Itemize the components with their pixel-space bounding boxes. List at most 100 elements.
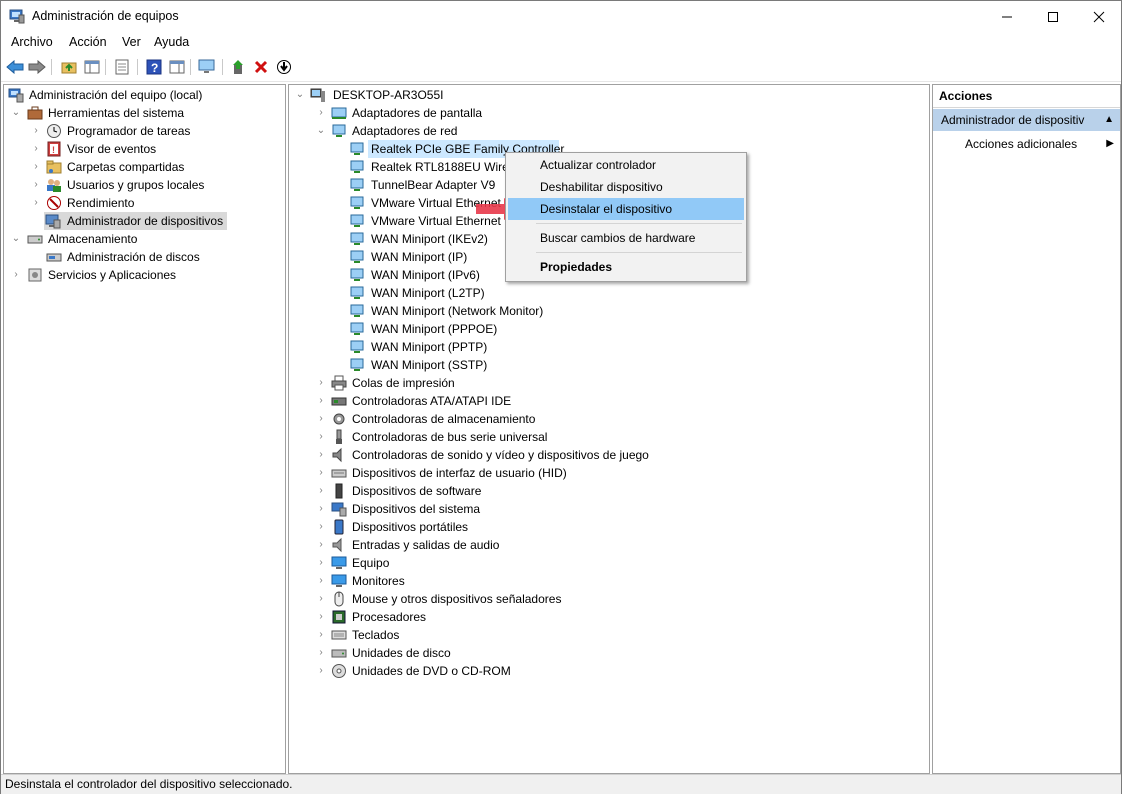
chevron-down-icon[interactable]: ⌄ bbox=[10, 230, 22, 248]
chevron-right-icon[interactable]: › bbox=[315, 536, 327, 554]
chevron-right-icon[interactable]: › bbox=[315, 644, 327, 662]
chevron-right-icon[interactable]: › bbox=[315, 464, 327, 482]
computer-icon bbox=[310, 87, 326, 103]
category-ata-controllers[interactable]: › Controladoras ATA/ATAPI IDE bbox=[289, 392, 889, 410]
chevron-right-icon[interactable]: › bbox=[315, 446, 327, 464]
category-label: Unidades de DVD o CD-ROM bbox=[352, 664, 511, 678]
category-portable-devices[interactable]: › Dispositivos portátiles bbox=[289, 518, 889, 536]
hid-icon bbox=[331, 465, 347, 481]
device-item[interactable]: WAN Miniport (L2TP) bbox=[347, 284, 607, 302]
menu-properties[interactable]: Propiedades bbox=[508, 256, 744, 278]
chevron-right-icon[interactable]: › bbox=[315, 590, 327, 608]
scan-hardware-monitor-icon[interactable] bbox=[197, 57, 217, 77]
category-print-queues[interactable]: › Colas de impresión bbox=[289, 374, 889, 392]
chevron-right-icon[interactable]: › bbox=[315, 500, 327, 518]
tree-system-tools-label: Herramientas del sistema bbox=[48, 106, 185, 120]
chevron-right-icon[interactable]: › bbox=[315, 482, 327, 500]
actions-more[interactable]: Acciones adicionales ▶ bbox=[933, 133, 1120, 155]
tree-disk-management[interactable]: Administración de discos bbox=[6, 248, 282, 266]
up-folder-icon[interactable] bbox=[59, 57, 79, 77]
tree-system-tools[interactable]: ⌄ Herramientas del sistema bbox=[6, 104, 282, 122]
menu-ayuda[interactable]: Ayuda bbox=[154, 35, 189, 49]
maximize-button[interactable] bbox=[1030, 1, 1076, 32]
category-sound-controllers[interactable]: › Controladoras de sonido y vídeo y disp… bbox=[289, 446, 889, 464]
show-hide-action-pane-icon[interactable] bbox=[167, 57, 187, 77]
tree-performance[interactable]: › Rendimiento bbox=[6, 194, 282, 212]
chevron-right-icon[interactable]: › bbox=[30, 140, 42, 158]
device-item[interactable]: WAN Miniport (SSTP) bbox=[347, 356, 607, 374]
category-disk-drives[interactable]: › Unidades de disco bbox=[289, 644, 889, 662]
help-icon[interactable]: ? bbox=[144, 57, 164, 77]
category-hid[interactable]: › Dispositivos de interfaz de usuario (H… bbox=[289, 464, 889, 482]
chevron-right-icon[interactable]: › bbox=[315, 554, 327, 572]
collapse-triangle-icon[interactable]: ▲ bbox=[1104, 109, 1114, 131]
chevron-right-icon[interactable]: › bbox=[315, 374, 327, 392]
minimize-button[interactable] bbox=[984, 1, 1030, 32]
category-network-adapters[interactable]: ⌄ Adaptadores de red bbox=[289, 122, 889, 140]
back-arrow-icon[interactable] bbox=[5, 57, 25, 77]
menu-uninstall-device[interactable]: Desinstalar el dispositivo bbox=[508, 198, 744, 220]
disable-device-icon[interactable] bbox=[274, 57, 294, 77]
category-keyboards[interactable]: › Teclados bbox=[289, 626, 889, 644]
menu-scan-hardware[interactable]: Buscar cambios de hardware bbox=[508, 227, 744, 249]
close-button[interactable] bbox=[1076, 1, 1122, 32]
chevron-right-icon[interactable]: › bbox=[315, 608, 327, 626]
category-monitors[interactable]: › Monitores bbox=[289, 572, 889, 590]
tree-device-manager[interactable]: Administrador de dispositivos bbox=[44, 212, 227, 230]
chevron-down-icon[interactable]: ⌄ bbox=[10, 104, 22, 122]
chevron-right-icon[interactable]: › bbox=[30, 176, 42, 194]
software-device-icon bbox=[331, 483, 347, 499]
chevron-right-icon[interactable]: › bbox=[30, 194, 42, 212]
category-software-devices[interactable]: › Dispositivos de software bbox=[289, 482, 889, 500]
forward-arrow-icon[interactable] bbox=[27, 57, 47, 77]
tree-root[interactable]: Administración del equipo (local) bbox=[6, 86, 282, 104]
tree-services-apps[interactable]: › Servicios y Aplicaciones bbox=[6, 266, 282, 284]
chevron-right-icon[interactable]: › bbox=[315, 410, 327, 428]
device-item[interactable]: WAN Miniport (Network Monitor) bbox=[347, 302, 607, 320]
device-item-label: WAN Miniport (PPTP) bbox=[371, 340, 488, 354]
actions-group-device-manager[interactable]: Administrador de dispositiv ▲ bbox=[933, 109, 1120, 131]
tree-event-viewer[interactable]: › ! Visor de eventos bbox=[6, 140, 282, 158]
menu-ver[interactable]: Ver bbox=[122, 35, 141, 49]
category-audio-io[interactable]: › Entradas y salidas de audio bbox=[289, 536, 889, 554]
tree-storage[interactable]: ⌄ Almacenamiento bbox=[6, 230, 282, 248]
category-storage-controllers[interactable]: › Controladoras de almacenamiento bbox=[289, 410, 889, 428]
category-system-devices[interactable]: › Dispositivos del sistema bbox=[289, 500, 889, 518]
category-dvd-drives[interactable]: › Unidades de DVD o CD-ROM bbox=[289, 662, 889, 680]
export-list-icon[interactable] bbox=[112, 57, 132, 77]
menu-update-driver[interactable]: Actualizar controlador bbox=[508, 154, 744, 176]
tree-local-users[interactable]: › Usuarios y grupos locales bbox=[6, 176, 282, 194]
menu-archivo[interactable]: Archivo bbox=[11, 35, 53, 49]
device-tree-computer[interactable]: ⌄ DESKTOP-AR3O55I bbox=[289, 86, 889, 104]
tree-task-scheduler[interactable]: › Programador de tareas bbox=[6, 122, 282, 140]
category-mouse[interactable]: › Mouse y otros dispositivos señaladores bbox=[289, 590, 889, 608]
svg-text:!: ! bbox=[52, 145, 55, 155]
device-item[interactable]: WAN Miniport (PPPOE) bbox=[347, 320, 607, 338]
console-tree-icon[interactable] bbox=[82, 57, 102, 77]
chevron-right-icon[interactable]: › bbox=[10, 266, 22, 284]
device-item[interactable]: WAN Miniport (PPTP) bbox=[347, 338, 607, 356]
status-bar: Desinstala el controlador del dispositiv… bbox=[1, 774, 1121, 794]
category-computer[interactable]: › Equipo bbox=[289, 554, 889, 572]
category-display-adapters[interactable]: › Adaptadores de pantalla bbox=[289, 104, 889, 122]
uninstall-red-x-icon[interactable] bbox=[251, 57, 271, 77]
category-label: Monitores bbox=[352, 574, 405, 588]
tree-root-label: Administración del equipo (local) bbox=[29, 88, 203, 102]
chevron-right-icon[interactable]: › bbox=[315, 428, 327, 446]
chevron-right-icon[interactable]: › bbox=[30, 158, 42, 176]
chevron-right-icon[interactable]: › bbox=[315, 518, 327, 536]
chevron-right-icon[interactable]: › bbox=[315, 572, 327, 590]
chevron-right-icon[interactable]: › bbox=[30, 122, 42, 140]
tree-shared-folders[interactable]: › Carpetas compartidas bbox=[6, 158, 282, 176]
category-usb-controllers[interactable]: › Controladoras de bus serie universal bbox=[289, 428, 889, 446]
chevron-down-icon[interactable]: ⌄ bbox=[315, 122, 327, 140]
chevron-down-icon[interactable]: ⌄ bbox=[294, 86, 306, 104]
update-driver-icon[interactable] bbox=[229, 57, 249, 77]
chevron-right-icon[interactable]: › bbox=[315, 104, 327, 122]
chevron-right-icon[interactable]: › bbox=[315, 662, 327, 680]
chevron-right-icon[interactable]: › bbox=[315, 392, 327, 410]
category-processors[interactable]: › Procesadores bbox=[289, 608, 889, 626]
menu-disable-device[interactable]: Deshabilitar dispositivo bbox=[508, 176, 744, 198]
chevron-right-icon[interactable]: › bbox=[315, 626, 327, 644]
menu-accion[interactable]: Acción bbox=[69, 35, 107, 49]
